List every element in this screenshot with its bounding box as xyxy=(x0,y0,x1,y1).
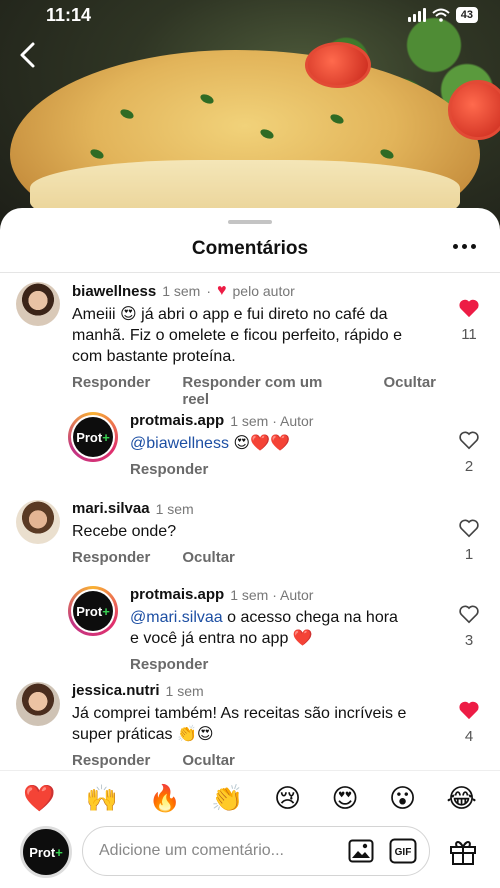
status-time: 11:14 xyxy=(46,5,92,25)
brand-logo-text: Prot xyxy=(76,603,103,619)
image-button[interactable] xyxy=(345,835,377,867)
avatar[interactable]: Prot + xyxy=(68,412,118,462)
comment-username[interactable]: protmais.app xyxy=(130,586,224,603)
avatar[interactable] xyxy=(16,682,60,726)
like-count: 4 xyxy=(464,728,474,745)
avatar[interactable]: Prot + xyxy=(68,586,118,636)
emoji-laughing[interactable]: 😂 xyxy=(446,783,476,814)
emoji-fire[interactable]: 🔥 xyxy=(149,783,181,814)
heart-outline-icon xyxy=(459,431,479,450)
emoji-bar: ❤️ 🙌 🔥 👏 😢 😍 😮 😂 xyxy=(0,770,500,826)
brand-logo-plus: + xyxy=(102,603,110,619)
brand-logo-plus: + xyxy=(102,429,110,445)
avatar[interactable] xyxy=(16,500,60,544)
comment-time: 1 sem xyxy=(155,500,194,517)
more-options-button[interactable] xyxy=(453,244,476,249)
hide-button[interactable]: Ocultar xyxy=(182,752,235,769)
status-bar: 11:14 43 xyxy=(0,0,500,34)
comment-item: jessica.nutri 1 sem Já comprei também! A… xyxy=(16,682,436,769)
gif-icon: GIF xyxy=(389,838,417,864)
reply-button[interactable]: Responder xyxy=(72,752,150,769)
wifi-icon xyxy=(432,8,450,22)
reply-button[interactable]: Responder xyxy=(130,656,208,673)
like-count: 1 xyxy=(464,546,474,563)
reply-item: Prot + protmais.app 1 sem · Autor @mari.s… xyxy=(68,586,408,673)
emoji-clap[interactable]: 👏 xyxy=(211,783,243,814)
heart-outline-icon xyxy=(459,519,479,538)
comment-composer: Prot + Adicione um comentário... GIF xyxy=(0,824,500,888)
comment-username[interactable]: jessica.nutri xyxy=(72,682,160,699)
meta-dot: · xyxy=(206,283,212,299)
comment-username[interactable]: mari.silvaa xyxy=(72,500,150,517)
drag-handle[interactable] xyxy=(228,220,272,224)
post-image xyxy=(0,0,500,240)
like-button[interactable]: 3 xyxy=(456,604,482,649)
mention-link[interactable]: @mari.silvaa xyxy=(130,609,223,626)
mention-link[interactable]: @biawellness xyxy=(130,435,229,452)
like-button[interactable]: 2 xyxy=(456,430,482,475)
emoji-crying[interactable]: 😢 xyxy=(274,783,301,814)
comment-time: 1 sem xyxy=(165,682,204,699)
comment-username[interactable]: protmais.app xyxy=(130,412,224,429)
brand-logo-text: Prot xyxy=(76,429,103,445)
tomato-slice xyxy=(305,42,371,88)
reply-with-reel-button[interactable]: Responder com um reel xyxy=(182,374,351,408)
heart-filled-icon xyxy=(459,299,479,318)
reply-button[interactable]: Responder xyxy=(72,374,150,408)
gift-icon xyxy=(450,841,476,865)
liked-by-author-label: pelo autor xyxy=(232,283,295,299)
like-button[interactable]: 1 xyxy=(456,518,482,563)
brand-logo-text: Prot xyxy=(29,844,56,860)
heart-outline-icon xyxy=(459,605,479,624)
comment-placeholder: Adicione um comentário... xyxy=(99,842,284,859)
image-icon xyxy=(348,839,374,863)
divider xyxy=(0,272,500,273)
tomato-slice xyxy=(448,80,500,140)
emoji-heart-eyes[interactable]: 😍 xyxy=(332,783,359,814)
comment-time: 1 sem · Autor xyxy=(230,412,314,429)
sheet-title: Comentários xyxy=(191,238,309,259)
comment-text: Já comprei também! As receitas são incrí… xyxy=(72,705,407,743)
chevron-left-icon xyxy=(20,42,35,68)
reply-button[interactable]: Responder xyxy=(72,549,150,566)
comment-username[interactable]: biawellness xyxy=(72,283,156,300)
gift-button[interactable] xyxy=(448,836,478,871)
like-count: 11 xyxy=(461,326,477,343)
comment-item: mari.silvaa 1 sem Recebe onde? Responder… xyxy=(16,500,436,566)
comment-input[interactable]: Adicione um comentário... GIF xyxy=(82,826,430,876)
like-count: 3 xyxy=(464,632,474,649)
comment-text: Ameiii 😍 já abri o app e fui direto no c… xyxy=(72,306,402,365)
comment-item: biawellness 1 sem · ♥ pelo autor Ameiii … xyxy=(16,282,436,408)
emoji-heart[interactable]: ❤️ xyxy=(23,783,55,814)
battery-indicator: 43 xyxy=(455,7,478,23)
emoji-raised-hands[interactable]: 🙌 xyxy=(86,783,118,814)
reply-item: Prot + protmais.app 1 sem · Autor @biawel… xyxy=(68,412,408,478)
back-button[interactable] xyxy=(14,40,44,70)
like-button[interactable]: 4 xyxy=(456,700,482,745)
gif-button[interactable]: GIF xyxy=(387,835,419,867)
comment-time: 1 sem · Autor xyxy=(230,586,314,603)
current-user-avatar: Prot + xyxy=(20,826,72,878)
like-count: 2 xyxy=(464,458,474,475)
author-liked-icon: ♥ xyxy=(217,282,227,299)
svg-text:GIF: GIF xyxy=(395,847,412,858)
avatar[interactable] xyxy=(16,282,60,326)
like-button[interactable]: 11 xyxy=(456,298,482,343)
hide-button[interactable]: Ocultar xyxy=(182,549,235,566)
brand-logo-plus: + xyxy=(55,844,63,860)
heart-filled-icon xyxy=(459,701,479,720)
emoji-surprised[interactable]: 😮 xyxy=(389,783,416,814)
reply-button[interactable]: Responder xyxy=(130,461,208,478)
comment-text: 😍❤️❤️ xyxy=(228,435,290,452)
signal-icon xyxy=(407,8,426,22)
comment-time: 1 sem xyxy=(162,283,201,299)
comment-text: Recebe onde? xyxy=(72,523,177,540)
hide-button[interactable]: Ocultar xyxy=(383,374,436,408)
